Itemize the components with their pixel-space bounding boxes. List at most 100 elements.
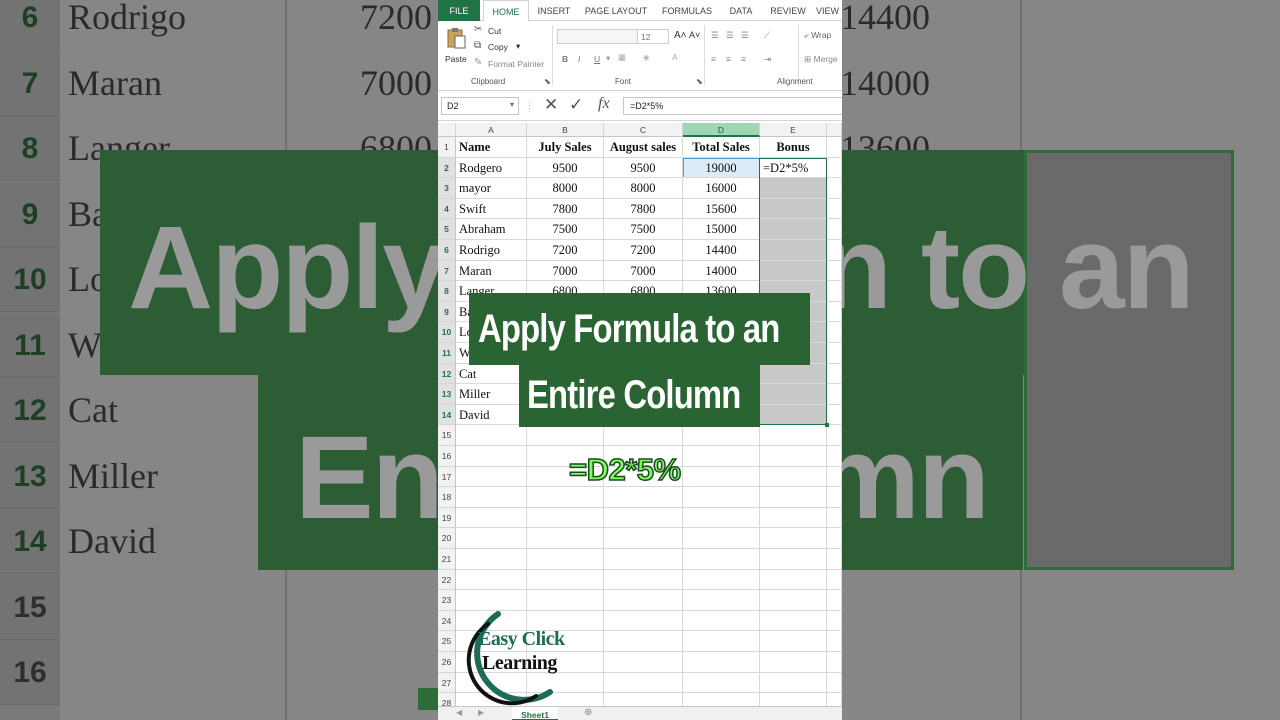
column-header-b[interactable]: B: [527, 123, 604, 137]
header-cell[interactable]: Total Sales: [683, 137, 760, 158]
row-header[interactable]: 10: [438, 322, 456, 343]
font-color-icon[interactable]: A: [672, 52, 678, 62]
row-header[interactable]: 14: [438, 404, 456, 426]
empty-cell[interactable]: [760, 590, 827, 611]
cell-f[interactable]: [827, 240, 842, 261]
empty-cell[interactable]: [527, 487, 604, 508]
cell-f[interactable]: [827, 425, 842, 446]
cell-f[interactable]: [827, 569, 842, 591]
empty-cell[interactable]: [760, 446, 827, 467]
column-header-c[interactable]: C: [604, 123, 683, 137]
cell-f[interactable]: [827, 198, 842, 220]
row-header[interactable]: 15: [438, 425, 456, 446]
font-size-dropdown[interactable]: 12: [637, 29, 669, 44]
empty-cell[interactable]: [527, 507, 604, 529]
name-cell[interactable]: Miller: [456, 384, 527, 405]
scroll-right-icon[interactable]: ▶: [478, 708, 484, 717]
empty-cell[interactable]: [456, 569, 527, 591]
tab-insert[interactable]: INSERT: [534, 0, 574, 21]
scroll-left-icon[interactable]: ◀: [456, 708, 462, 717]
formula-input[interactable]: =D2*5%: [623, 97, 842, 115]
italic-button[interactable]: I: [578, 54, 580, 64]
cell-f[interactable]: [827, 363, 842, 385]
row-header[interactable]: 12: [438, 363, 456, 385]
empty-cell[interactable]: [683, 652, 760, 673]
sheet-tab-sheet1[interactable]: Sheet1: [512, 707, 558, 720]
add-sheet-icon[interactable]: ⊕: [584, 707, 592, 718]
format-painter-button[interactable]: ✎ Format Painter: [474, 57, 556, 71]
empty-cell[interactable]: [683, 672, 760, 694]
name-cell[interactable]: mayor: [456, 178, 527, 199]
column-header-e[interactable]: E: [760, 123, 827, 137]
empty-cell[interactable]: [760, 652, 827, 673]
empty-cell[interactable]: [604, 652, 683, 673]
empty-cell[interactable]: [683, 610, 760, 632]
column-header-a[interactable]: A: [456, 123, 527, 137]
august-sales-cell[interactable]: 7200: [604, 240, 683, 261]
underline-button[interactable]: U: [594, 54, 600, 64]
underline-dropdown-icon[interactable]: ▾: [606, 53, 610, 64]
july-sales-cell[interactable]: 8000: [527, 178, 604, 199]
cell-f[interactable]: [827, 610, 842, 632]
align-middle-icon[interactable]: ☰: [726, 30, 734, 41]
july-sales-cell[interactable]: 9500: [527, 157, 604, 179]
align-center-icon[interactable]: ≡: [726, 54, 731, 64]
header-cell[interactable]: Name: [456, 137, 527, 158]
header-cell[interactable]: Bonus: [760, 137, 827, 158]
grow-font-icon[interactable]: A˄: [674, 30, 687, 41]
copy-button[interactable]: ⧉ Copy ▾: [474, 40, 524, 54]
empty-cell[interactable]: [760, 672, 827, 694]
row-header[interactable]: 22: [438, 569, 456, 591]
cut-button[interactable]: ✂ Cut: [474, 24, 524, 38]
empty-cell[interactable]: [683, 425, 760, 446]
orientation-icon[interactable]: ⟋: [764, 30, 770, 41]
empty-cell[interactable]: [683, 466, 760, 488]
wrap-text-button[interactable]: ⤶ Wrap: [804, 30, 831, 41]
august-sales-cell[interactable]: 9500: [604, 157, 683, 179]
header-cell[interactable]: July Sales: [527, 137, 604, 158]
tab-page-layout[interactable]: PAGE LAYOUT: [582, 0, 650, 21]
july-sales-cell[interactable]: 7500: [527, 219, 604, 240]
insert-function-icon[interactable]: fx: [598, 95, 610, 113]
header-cell[interactable]: August sales: [604, 137, 683, 158]
row-header[interactable]: 21: [438, 549, 456, 570]
borders-icon[interactable]: ▦: [618, 52, 626, 63]
empty-cell[interactable]: [683, 569, 760, 591]
tab-view[interactable]: VIEW: [816, 0, 842, 21]
empty-cell[interactable]: [527, 549, 604, 570]
cell-f[interactable]: [827, 672, 842, 694]
name-cell[interactable]: Cat: [456, 363, 527, 385]
font-name-dropdown[interactable]: [557, 29, 639, 44]
empty-cell[interactable]: [760, 507, 827, 529]
align-right-icon[interactable]: ≡: [741, 54, 746, 64]
august-sales-cell[interactable]: 7000: [604, 260, 683, 282]
dialog-launcher-icon[interactable]: ⬊: [544, 77, 551, 86]
tab-file[interactable]: FILE: [438, 0, 480, 21]
cell-f[interactable]: [827, 549, 842, 570]
row-header[interactable]: 13: [438, 384, 456, 405]
cell-f[interactable]: [827, 528, 842, 549]
cell-f[interactable]: [827, 157, 842, 179]
cancel-entry-icon[interactable]: ✕: [544, 95, 558, 115]
align-top-icon[interactable]: ☰: [711, 30, 719, 41]
cell-f[interactable]: [827, 384, 842, 405]
empty-cell[interactable]: [604, 425, 683, 446]
total-sales-cell[interactable]: 14000: [683, 260, 760, 282]
name-box[interactable]: D2 ▾: [441, 97, 519, 115]
cell-f[interactable]: [827, 322, 842, 343]
empty-cell[interactable]: [456, 425, 527, 446]
total-sales-cell[interactable]: 14400: [683, 240, 760, 261]
total-sales-cell[interactable]: 19000: [683, 157, 760, 179]
cell-f[interactable]: [827, 281, 842, 302]
empty-cell[interactable]: [683, 507, 760, 529]
empty-cell[interactable]: [604, 549, 683, 570]
row-header[interactable]: 9: [438, 301, 456, 323]
july-sales-cell[interactable]: 7200: [527, 240, 604, 261]
cell-f[interactable]: [827, 466, 842, 488]
tab-data[interactable]: DATA: [723, 0, 759, 21]
empty-cell[interactable]: [604, 507, 683, 529]
empty-cell[interactable]: [604, 672, 683, 694]
july-sales-cell[interactable]: 7800: [527, 198, 604, 220]
row-header[interactable]: 5: [438, 219, 456, 240]
cell-f[interactable]: [827, 260, 842, 282]
